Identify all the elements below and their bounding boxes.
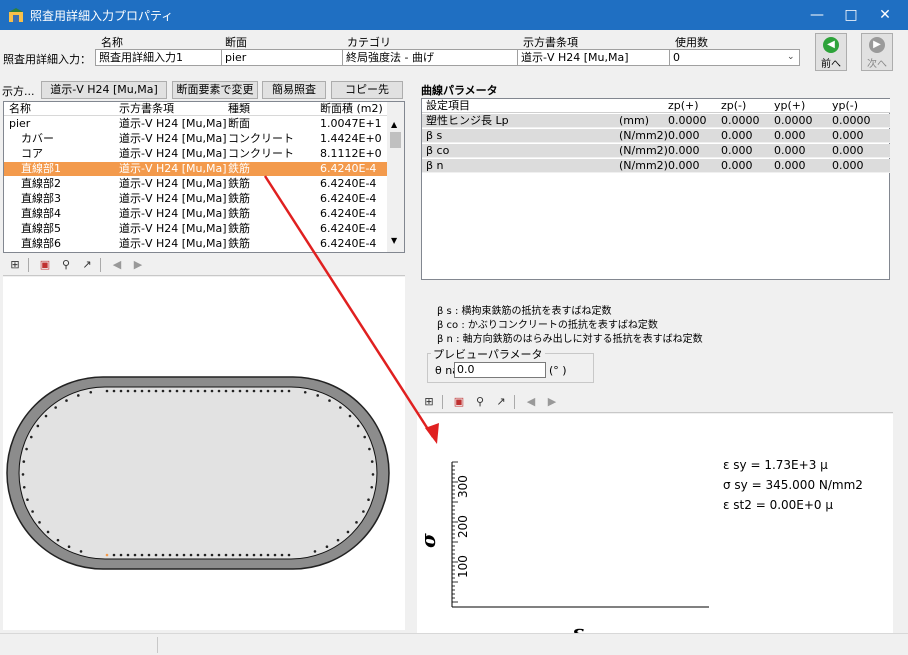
annotation-overlay — [263, 175, 439, 444]
annotation-arrow-line — [263, 175, 435, 438]
status-bar — [0, 633, 908, 655]
status-separator — [157, 637, 158, 653]
